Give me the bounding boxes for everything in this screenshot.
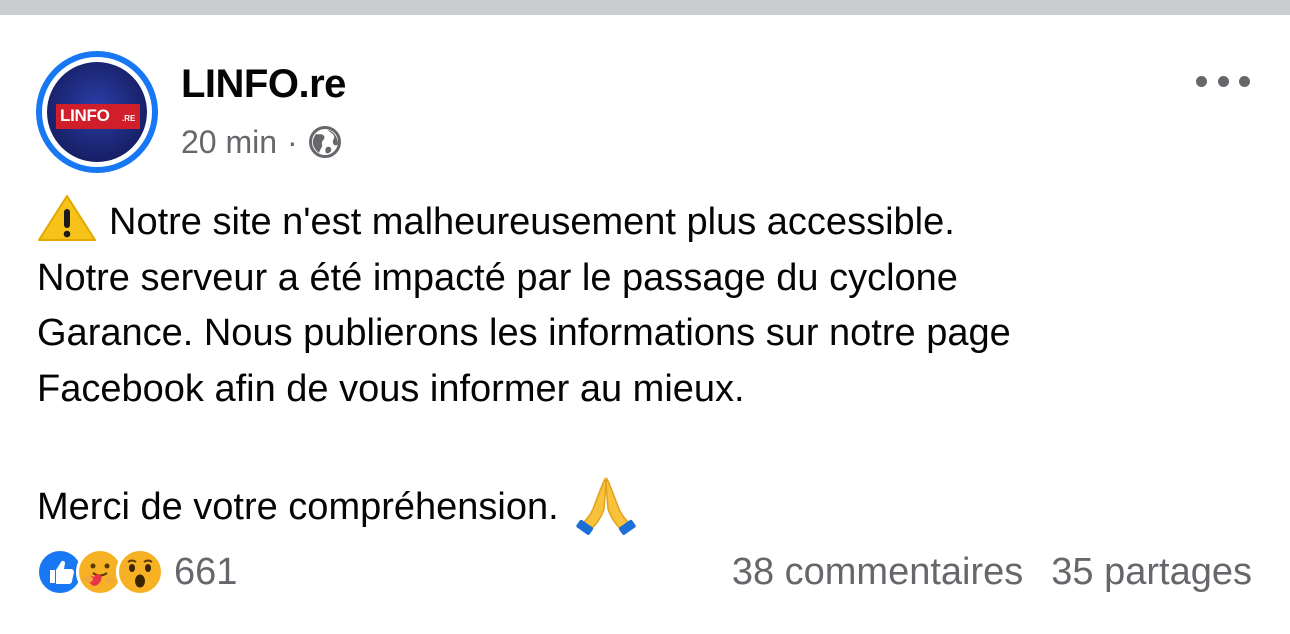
post-line: Notre site n'est malheureusement plus ac… bbox=[37, 194, 1267, 251]
top-divider bbox=[0, 0, 1290, 15]
post-text-line-2: Notre serveur a été impacté par le passa… bbox=[37, 256, 958, 299]
post-text-line-1: Notre site n'est malheureusement plus ac… bbox=[109, 201, 955, 243]
more-dot bbox=[1217, 75, 1229, 87]
post-meta: 20 min · bbox=[181, 121, 342, 163]
wow-reaction-icon bbox=[116, 548, 164, 596]
comments-count-link[interactable]: 38 commentaires bbox=[732, 551, 1023, 594]
post-timestamp[interactable]: 20 min bbox=[181, 124, 277, 161]
globe-icon[interactable] bbox=[308, 125, 342, 159]
post-body: Notre site n'est malheureusement plus ac… bbox=[37, 194, 1267, 535]
post-text-line-3: Garance. Nous publierons les information… bbox=[37, 312, 1011, 354]
page-avatar[interactable]: LINFO .RE bbox=[36, 51, 158, 173]
page-name-link[interactable]: LINFO.re bbox=[181, 62, 346, 107]
post-line: Merci de votre compréhension. bbox=[37, 473, 1267, 536]
avatar-ring: LINFO .RE bbox=[42, 57, 152, 167]
post-footer: 661 38 commentaires 35 partages bbox=[36, 544, 1252, 600]
logo-suffix: .RE bbox=[122, 114, 136, 123]
shares-count-link[interactable]: 35 partages bbox=[1051, 551, 1252, 594]
page-logo: LINFO .RE bbox=[47, 62, 147, 162]
logo-text: LINFO bbox=[60, 106, 110, 125]
more-dot bbox=[1196, 75, 1207, 87]
engagement-stats: 38 commentaires 35 partages bbox=[732, 544, 1252, 600]
reactions-summary[interactable]: 661 bbox=[36, 544, 237, 600]
post-text-line-5: Merci de votre compréhension. bbox=[37, 485, 559, 528]
reaction-count[interactable]: 661 bbox=[174, 551, 237, 594]
post-text-line-4: Facebook afin de vous informer au mieux. bbox=[37, 367, 745, 410]
meta-separator: · bbox=[287, 123, 298, 160]
more-dot bbox=[1239, 75, 1250, 87]
folded-hands-emoji-icon bbox=[575, 473, 637, 535]
more-options-icon[interactable] bbox=[1196, 66, 1250, 96]
warning-emoji-icon bbox=[37, 194, 97, 242]
